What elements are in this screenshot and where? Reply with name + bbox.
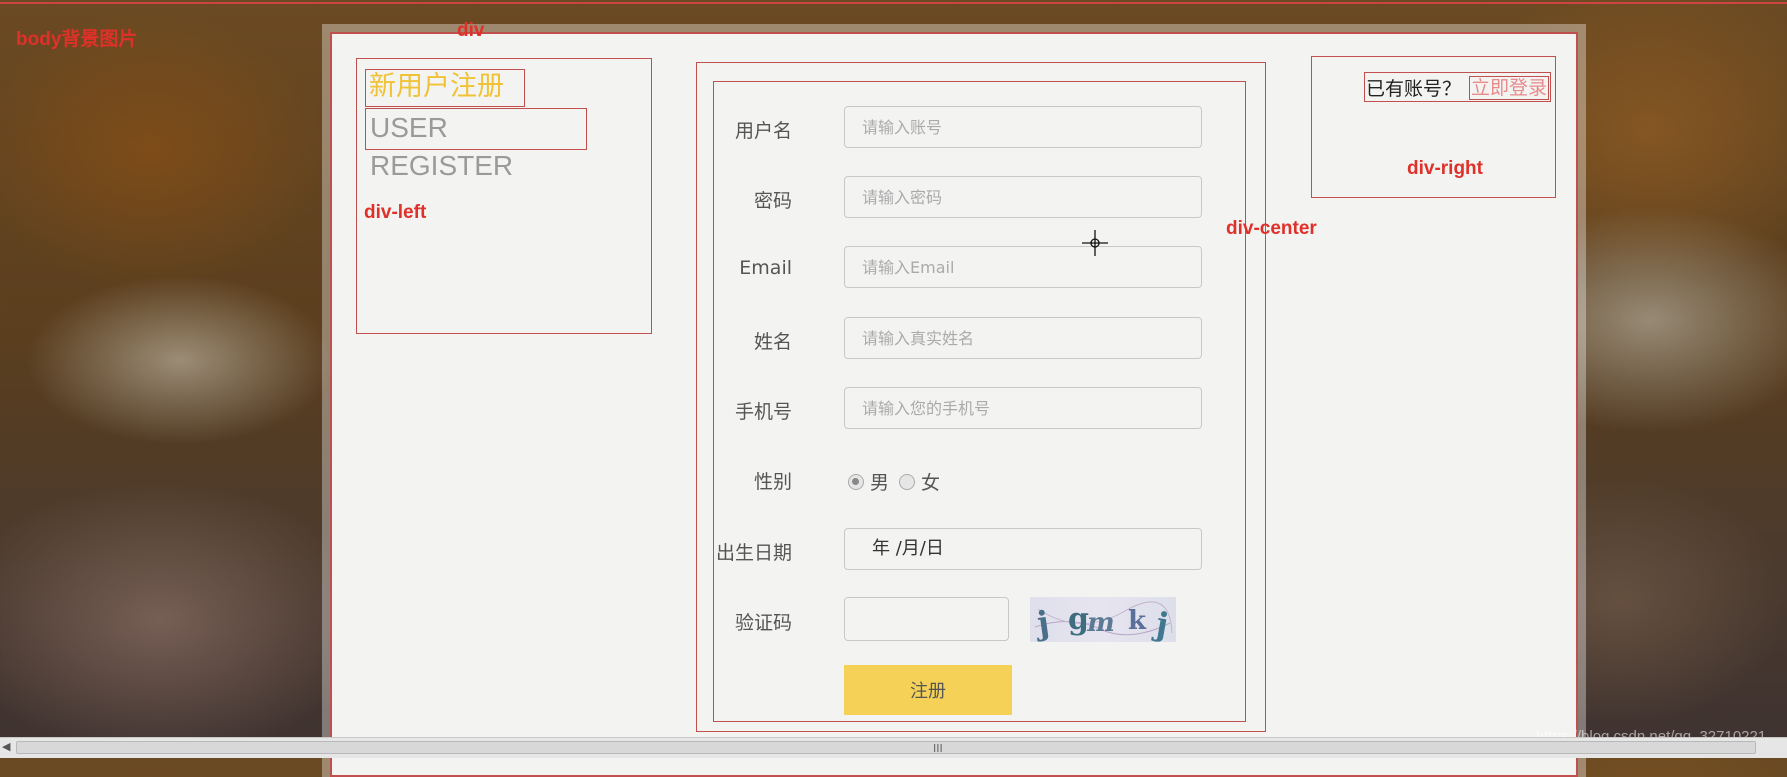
password-input[interactable]	[844, 176, 1202, 218]
svg-text:m: m	[1085, 607, 1118, 638]
gender-female-radio[interactable]	[899, 473, 916, 490]
phone-label: 手机号	[734, 401, 792, 423]
gender-label: 性别	[753, 471, 792, 493]
username-input[interactable]	[844, 106, 1202, 148]
name-label: 姓名	[753, 331, 792, 353]
gender-male-radio[interactable]	[848, 473, 864, 490]
svg-text:j: j	[1150, 604, 1171, 642]
register-title-en: USER REGISTER	[365, 108, 587, 181]
phone-input[interactable]	[844, 387, 1202, 429]
name-input[interactable]	[844, 317, 1202, 359]
register-button[interactable]: 注册	[844, 665, 1012, 715]
have-account-text: 已有账号？	[1366, 78, 1462, 100]
birthday-input[interactable]: 年 /月/日	[844, 528, 1202, 570]
captcha-input[interactable]	[844, 597, 1009, 641]
password-label: 密码	[753, 190, 792, 212]
birthday-label: 出生日期	[715, 542, 792, 564]
scroll-left-arrow-icon[interactable]: ◀	[2, 740, 10, 753]
captcha-label: 验证码	[734, 612, 792, 634]
email-input[interactable]	[844, 246, 1202, 288]
annotation-div-right: div-right	[1407, 158, 1483, 179]
annotation-div: div	[457, 20, 485, 41]
gender-male-label: 男	[870, 472, 890, 494]
email-label: Email	[739, 257, 792, 279]
register-title-cn: 新用户注册	[365, 69, 525, 107]
horizontal-scrollbar[interactable]: ◀ III	[0, 737, 1787, 758]
crosshair-cursor-icon	[1082, 230, 1108, 256]
gender-radio-group: 男 女	[848, 468, 940, 495]
annotation-body: body背景图片	[16, 29, 138, 50]
username-label: 用户名	[734, 120, 792, 142]
svg-text:j: j	[1032, 603, 1052, 642]
scrollbar-thumb[interactable]: III	[16, 741, 1756, 755]
body-outline	[0, 2, 1787, 4]
annotation-div-left: div-left	[364, 202, 427, 223]
scrollbar-grip: III	[933, 742, 943, 755]
svg-text:k: k	[1128, 606, 1147, 636]
captcha-glyphs: j g m k j	[1032, 601, 1173, 644]
login-link[interactable]: 立即登录	[1469, 76, 1550, 100]
gender-female-label: 女	[921, 472, 941, 494]
annotation-div-center: div-center	[1226, 218, 1317, 239]
captcha-image[interactable]: j g m k j	[1030, 597, 1176, 644]
